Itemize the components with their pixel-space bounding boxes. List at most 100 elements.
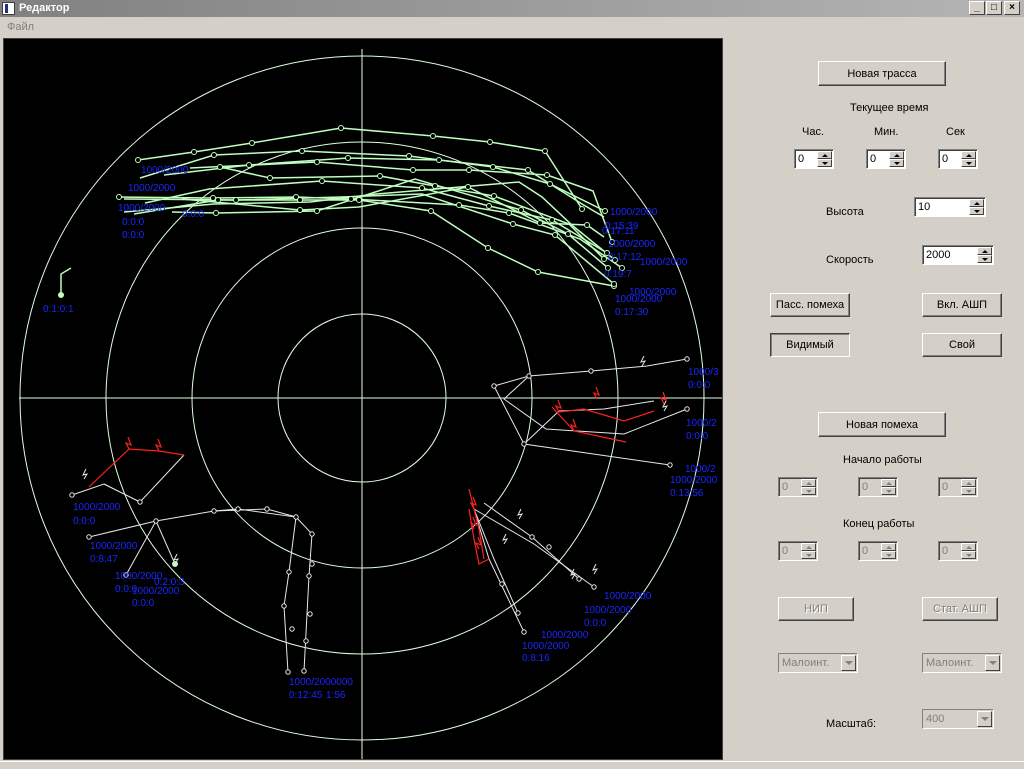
title-bar: Редактор _ □ × (0, 0, 1024, 17)
minute-value[interactable]: 0 (870, 153, 876, 165)
current-time-label: Текущее время (850, 102, 929, 114)
menu-bar: Файл (0, 18, 1024, 36)
start-hour-spinner[interactable]: 0 (778, 477, 818, 497)
start-minute-value[interactable]: 0 (862, 481, 868, 493)
passive-jam-button[interactable]: Пасс. помеха (770, 293, 850, 317)
end-minute-value[interactable]: 0 (862, 545, 868, 557)
track-label: 0:0:0 (132, 598, 155, 609)
spin-down-icon[interactable] (817, 159, 832, 167)
track-label: 1000/2 (685, 464, 716, 475)
spin-down-icon[interactable] (977, 255, 992, 263)
track-label: 0:12:45 (289, 690, 323, 701)
second-label: Сек (946, 126, 965, 138)
window-title: Редактор (19, 2, 70, 14)
minute-spinner[interactable]: 0 (866, 149, 906, 169)
track-label: 1000/2000 (73, 502, 121, 513)
jam-path (88, 448, 185, 488)
chevron-down-icon[interactable] (985, 655, 1000, 671)
track-label: 0:0:0 (182, 209, 205, 220)
spin-up-icon[interactable] (881, 479, 896, 487)
scale-label: Масштаб: (826, 718, 877, 730)
spin-up-icon[interactable] (961, 151, 976, 159)
intensity-value-2: Малоинт. (926, 657, 974, 669)
spin-up-icon[interactable] (969, 199, 984, 207)
spin-down-icon[interactable] (961, 159, 976, 167)
second-spinner[interactable]: 0 (938, 149, 978, 169)
spin-up-icon[interactable] (801, 479, 816, 487)
spin-up-icon[interactable] (889, 151, 904, 159)
spin-down-icon[interactable] (961, 487, 976, 495)
track-label: 0:1:0:1 (43, 304, 74, 315)
start-second-value[interactable]: 0 (942, 481, 948, 493)
track-label: 1000/3 (688, 367, 719, 378)
chevron-down-icon[interactable] (977, 711, 992, 727)
nip-button[interactable]: НИП (778, 597, 854, 621)
intensity-select-1[interactable]: Малоинт. (778, 653, 858, 673)
track-path (473, 508, 595, 588)
minute-label: Мин. (874, 126, 899, 138)
start-minute-spinner[interactable]: 0 (858, 477, 898, 497)
chevron-down-icon[interactable] (841, 655, 856, 671)
spin-down-icon[interactable] (961, 551, 976, 559)
hour-spinner[interactable]: 0 (794, 149, 834, 169)
track-label: 1000/2000 (615, 294, 663, 305)
app-icon (2, 2, 15, 15)
end-minute-spinner[interactable]: 0 (858, 541, 898, 561)
enable-ashp-button[interactable]: Вкл. АШП (922, 293, 1002, 317)
second-value[interactable]: 0 (942, 153, 948, 165)
track-label: 1000/2000 (608, 239, 656, 250)
spin-down-icon[interactable] (881, 487, 896, 495)
visible-button[interactable]: Видимый (770, 333, 850, 357)
stat-ashp-button[interactable]: Стат. АШП (922, 597, 998, 621)
menu-file[interactable]: Файл (7, 21, 34, 33)
work-start-label: Начало работы (843, 454, 922, 466)
speed-spinner[interactable]: 2000 (922, 245, 994, 265)
spin-up-icon[interactable] (977, 247, 992, 255)
minimize-button[interactable]: _ (969, 1, 985, 15)
track-label: 0:13:56 (670, 488, 704, 499)
end-hour-spinner[interactable]: 0 (778, 541, 818, 561)
scale-select[interactable]: 400 (922, 709, 994, 729)
radar-canvas[interactable]: 1000/2000 1000/2000 1000/2000 0:0:0 0:0:… (4, 39, 723, 760)
new-jam-button[interactable]: Новая помеха (818, 412, 946, 437)
spin-down-icon[interactable] (881, 551, 896, 559)
spin-down-icon[interactable] (801, 487, 816, 495)
height-value[interactable]: 10 (918, 201, 930, 213)
height-spinner[interactable]: 10 (914, 197, 986, 217)
start-hour-value[interactable]: 0 (782, 481, 788, 493)
track-label: 1000/2000 (90, 541, 138, 552)
end-second-spinner[interactable]: 0 (938, 541, 978, 561)
close-button[interactable]: × (1004, 1, 1020, 15)
intensity-value-1: Малоинт. (782, 657, 830, 669)
track-path (155, 520, 176, 565)
end-second-value[interactable]: 0 (942, 545, 948, 557)
track-path (213, 508, 297, 673)
track-label: 1000/2000000 (289, 677, 353, 688)
spin-up-icon[interactable] (817, 151, 832, 159)
track-label: 1000/2000 (118, 203, 166, 214)
track-label: 0:19:7 (604, 269, 632, 280)
start-second-spinner[interactable]: 0 (938, 477, 978, 497)
track-label: 0:17:11 (602, 226, 635, 237)
own-button[interactable]: Свой (922, 333, 1002, 357)
spin-down-icon[interactable] (889, 159, 904, 167)
spin-up-icon[interactable] (961, 479, 976, 487)
track-path (60, 267, 72, 295)
radar-display[interactable]: 1000/2000 1000/2000 1000/2000 0:0:0 0:0:… (3, 38, 723, 760)
spin-down-icon[interactable] (969, 207, 984, 215)
end-hour-value[interactable]: 0 (782, 545, 788, 557)
track-label: 1000/2000 (640, 257, 688, 268)
intensity-select-2[interactable]: Малоинт. (922, 653, 1002, 673)
spin-up-icon[interactable] (801, 543, 816, 551)
track-label: 0:8:16 (522, 653, 550, 664)
hour-value[interactable]: 0 (798, 153, 804, 165)
spin-up-icon[interactable] (961, 543, 976, 551)
maximize-button[interactable]: □ (986, 1, 1002, 15)
height-label: Высота (826, 206, 864, 218)
spin-down-icon[interactable] (801, 551, 816, 559)
new-track-button[interactable]: Новая трасса (818, 61, 946, 86)
scale-value: 400 (926, 713, 945, 725)
track-label: 1000/2000 (141, 165, 189, 176)
spin-up-icon[interactable] (881, 543, 896, 551)
speed-value[interactable]: 2000 (926, 249, 950, 261)
